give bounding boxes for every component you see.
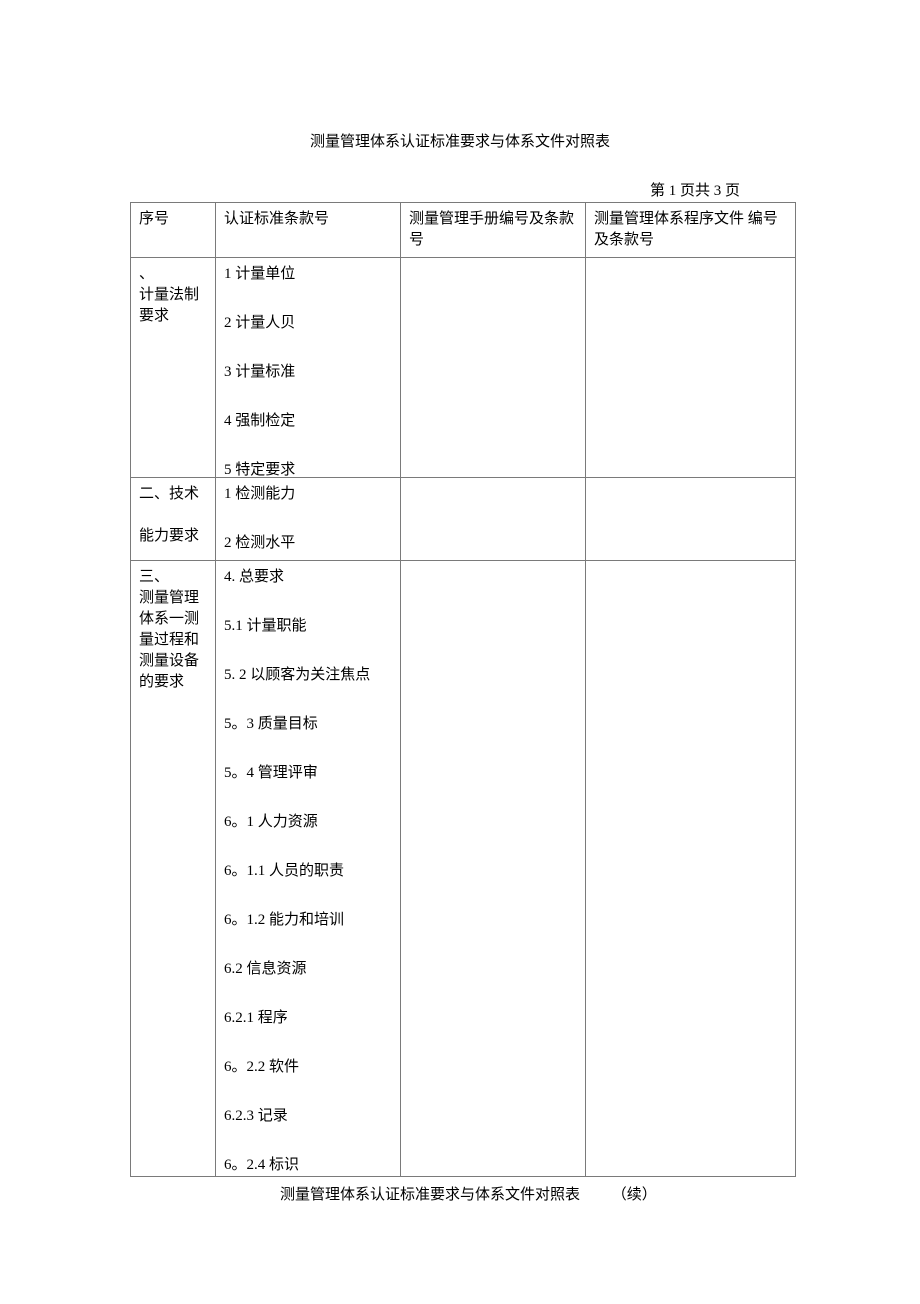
- procedure-cell: [586, 561, 796, 1177]
- clause-item: 5. 2 以顾客为关注焦点: [224, 665, 392, 686]
- page-number: 第 1 页共 3 页: [0, 179, 740, 200]
- clause-item: 3 计量标准: [224, 362, 392, 383]
- clause-cell: 1 检测能力 2 检测水平: [216, 478, 401, 561]
- clause-item: 1 计量单位: [224, 264, 392, 285]
- table-row: 、 计量法制 要求 1 计量单位 2 计量人贝 3 计量标准 4 强制检定 5 …: [131, 258, 796, 478]
- header-seq: 序号: [131, 203, 216, 258]
- clause-item: 6.2.1 程序: [224, 1008, 392, 1029]
- clause-item: 1 检测能力: [224, 484, 392, 505]
- header-clause: 认证标准条款号: [216, 203, 401, 258]
- clause-item: 2 检测水平: [224, 533, 392, 554]
- seq-cell: 二、技术 能力要求: [131, 478, 216, 561]
- clause-item: 6.2 信息资源: [224, 959, 392, 980]
- table-row: 三、 测量管理 体系一测 量过程和 测量设备 的要求 4. 总要求 5.1 计量…: [131, 561, 796, 1177]
- document-title: 测量管理体系认证标准要求与体系文件对照表: [130, 130, 790, 151]
- clause-item: 6。2.4 标识: [224, 1155, 392, 1176]
- clause-item: 5。4 管理评审: [224, 763, 392, 784]
- header-procedure: 测量管理体系程序文件 编号及条款号: [586, 203, 796, 258]
- clause-item: 5.1 计量职能: [224, 616, 392, 637]
- clause-item: 6。1 人力资源: [224, 812, 392, 833]
- table-row: 二、技术 能力要求 1 检测能力 2 检测水平: [131, 478, 796, 561]
- clause-item: 6。1.2 能力和培训: [224, 910, 392, 931]
- clause-item: 2 计量人贝: [224, 313, 392, 334]
- footer-continued: （续）: [612, 1187, 657, 1203]
- seq-cell: 三、 测量管理 体系一测 量过程和 测量设备 的要求: [131, 561, 216, 1177]
- clause-item: 6。2.2 软件: [224, 1057, 392, 1078]
- procedure-cell: [586, 258, 796, 478]
- footer-title-text: 测量管理体系认证标准要求与体系文件对照表: [280, 1187, 580, 1203]
- seq-cell: 、 计量法制 要求: [131, 258, 216, 478]
- clause-item: 4. 总要求: [224, 567, 392, 588]
- clause-item: 6.2.3 记录: [224, 1106, 392, 1127]
- header-manual: 测量管理手册编号及条款号: [401, 203, 586, 258]
- manual-cell: [401, 561, 586, 1177]
- clause-cell: 1 计量单位 2 计量人贝 3 计量标准 4 强制检定 5 特定要求: [216, 258, 401, 478]
- comparison-table: 序号 认证标准条款号 测量管理手册编号及条款号 测量管理体系程序文件 编号及条款…: [130, 202, 796, 1177]
- manual-cell: [401, 478, 586, 561]
- clause-item: 5。3 质量目标: [224, 714, 392, 735]
- clause-item: 6。1.1 人员的职责: [224, 861, 392, 882]
- procedure-cell: [586, 478, 796, 561]
- manual-cell: [401, 258, 586, 478]
- comparison-table-wrapper: 序号 认证标准条款号 测量管理手册编号及条款号 测量管理体系程序文件 编号及条款…: [130, 202, 790, 1177]
- table-header-row: 序号 认证标准条款号 测量管理手册编号及条款号 测量管理体系程序文件 编号及条款…: [131, 203, 796, 258]
- clause-cell: 4. 总要求 5.1 计量职能 5. 2 以顾客为关注焦点 5。3 质量目标 5…: [216, 561, 401, 1177]
- clause-item: 4 强制检定: [224, 411, 392, 432]
- footer-title: 测量管理体系认证标准要求与体系文件对照表 （续）: [280, 1183, 920, 1204]
